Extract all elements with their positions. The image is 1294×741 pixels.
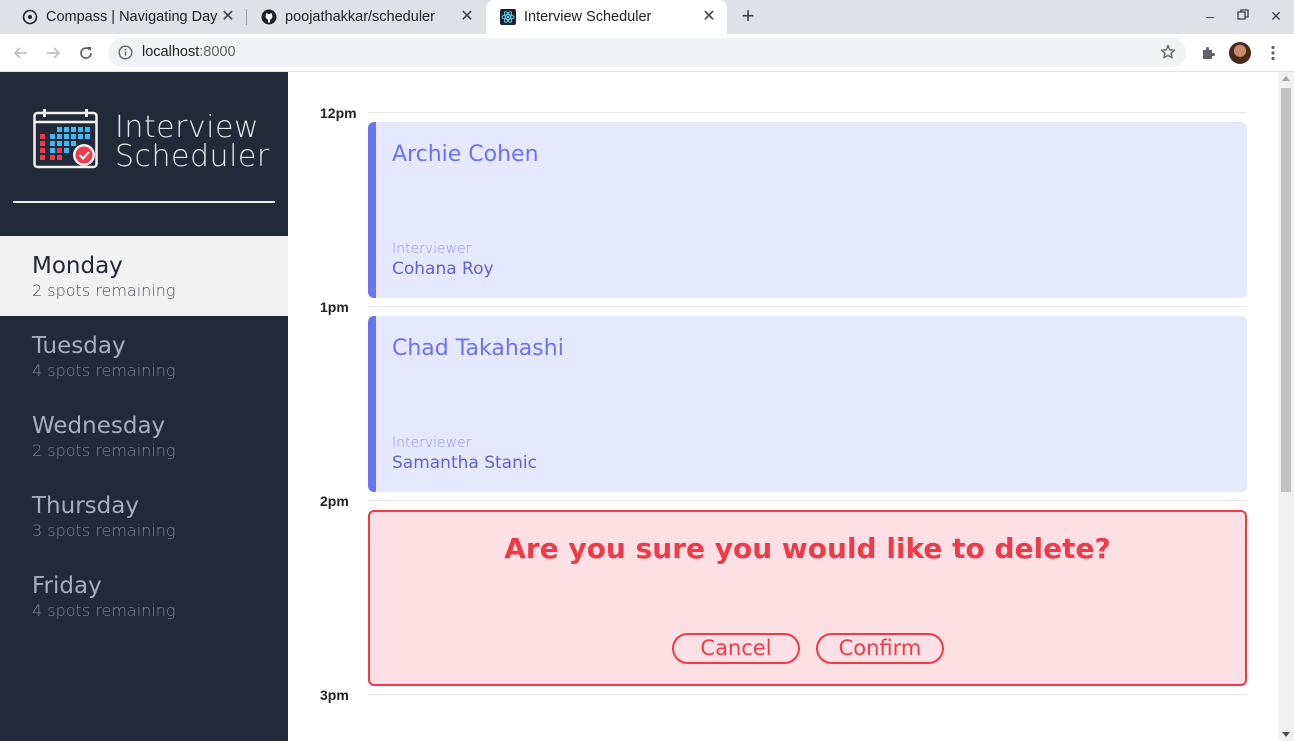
day-item-thursday[interactable]: Thursday 3 spots remaining xyxy=(0,476,288,556)
forward-icon[interactable] xyxy=(42,42,64,64)
calendar-logo-icon xyxy=(33,108,99,175)
day-spots: 3 spots remaining xyxy=(32,521,176,540)
url-port: :8000 xyxy=(199,44,236,60)
day-spots: 2 spots remaining xyxy=(32,441,176,460)
day-name: Monday xyxy=(32,253,123,279)
close-icon[interactable]: ✕ xyxy=(220,9,236,25)
react-icon xyxy=(500,9,516,25)
restore-icon[interactable] xyxy=(1235,8,1251,24)
day-name: Friday xyxy=(32,573,102,599)
tab-interview-scheduler[interactable]: Interview Scheduler ✕ xyxy=(486,0,727,34)
info-icon[interactable] xyxy=(118,45,133,60)
appointment-card[interactable]: Archie Cohen Interviewer Cohana Roy xyxy=(368,122,1247,298)
reload-icon[interactable] xyxy=(75,42,97,64)
browser-tabbar: Compass | Navigating Day ✕ poojathakkar/… xyxy=(0,0,1294,34)
address-bar[interactable]: localhost:8000 xyxy=(108,38,1186,67)
app-title-line2: Scheduler xyxy=(115,138,270,174)
close-icon[interactable]: ✕ xyxy=(459,9,475,25)
delete-confirmation: Are you sure you would like to delete? C… xyxy=(368,510,1247,686)
day-item-friday[interactable]: Friday 4 spots remaining xyxy=(0,556,288,636)
avatar xyxy=(1229,42,1251,64)
tab-title: poojathakkar/scheduler xyxy=(285,9,435,25)
confirm-button[interactable]: Confirm xyxy=(816,633,944,664)
time-label-3pm: 3pm xyxy=(320,687,349,703)
close-icon[interactable]: ✕ xyxy=(701,9,717,25)
bookmark-star-icon[interactable] xyxy=(1160,44,1176,60)
browser-toolbar: localhost:8000 xyxy=(0,34,1294,72)
interviewer-label: Interviewer xyxy=(392,241,472,257)
interviewer-label: Interviewer xyxy=(392,435,472,451)
time-divider xyxy=(368,112,1247,113)
day-spots: 2 spots remaining xyxy=(32,281,176,300)
minimize-icon[interactable]: – xyxy=(1202,8,1218,24)
tab-github[interactable]: poojathakkar/scheduler ✕ xyxy=(247,0,485,34)
day-name: Wednesday xyxy=(32,413,166,439)
url-text: localhost:8000 xyxy=(142,44,236,60)
appointment-card[interactable]: Chad Takahashi Interviewer Samantha Stan… xyxy=(368,316,1247,492)
github-icon xyxy=(261,9,277,25)
url-host: localhost xyxy=(142,44,200,60)
app-title-line1: Interview xyxy=(115,109,259,145)
day-spots: 4 spots remaining xyxy=(32,601,176,620)
time-divider xyxy=(368,306,1247,307)
sidebar-divider xyxy=(13,201,275,203)
confirm-message: Are you sure you would like to delete? xyxy=(504,532,1111,565)
scrollbar-thumb[interactable] xyxy=(1281,88,1291,492)
extensions-icon[interactable] xyxy=(1197,42,1219,64)
time-label-12pm: 12pm xyxy=(320,105,357,121)
close-window-icon[interactable]: ✕ xyxy=(1268,8,1284,24)
interviewer-name: Cohana Roy xyxy=(392,259,494,279)
time-divider xyxy=(368,694,1247,695)
brand: Interview Scheduler xyxy=(33,108,270,175)
compass-icon xyxy=(22,9,38,25)
day-item-monday[interactable]: Monday 2 spots remaining xyxy=(0,236,288,316)
student-name: Chad Takahashi xyxy=(392,336,564,361)
day-item-tuesday[interactable]: Tuesday 4 spots remaining xyxy=(0,316,288,396)
scroll-up-icon[interactable] xyxy=(1282,76,1290,81)
cancel-button[interactable]: Cancel xyxy=(672,633,800,664)
tab-title: Interview Scheduler xyxy=(524,9,652,25)
app-title: Interview Scheduler xyxy=(115,109,270,174)
new-tab-icon[interactable]: + xyxy=(738,5,758,27)
day-name: Tuesday xyxy=(32,333,126,359)
schedule: 12pm Archie Cohen Interviewer Cohana Roy… xyxy=(288,72,1278,741)
scroll-down-icon[interactable] xyxy=(1282,732,1290,737)
time-divider xyxy=(368,500,1247,501)
back-icon[interactable] xyxy=(10,42,32,64)
sidebar: Interview Scheduler Monday 2 spots remai… xyxy=(0,72,288,741)
time-label-2pm: 2pm xyxy=(320,493,349,509)
interviewer-name: Samantha Stanic xyxy=(392,453,537,473)
tab-title: Compass | Navigating Day xyxy=(46,9,218,25)
profile-avatar[interactable] xyxy=(1229,42,1251,64)
page-scrollbar[interactable] xyxy=(1278,72,1294,741)
day-name: Thursday xyxy=(32,493,139,519)
day-list: Monday 2 spots remaining Tuesday 4 spots… xyxy=(0,236,288,636)
day-spots: 4 spots remaining xyxy=(32,361,176,380)
time-label-1pm: 1pm xyxy=(320,299,349,315)
student-name: Archie Cohen xyxy=(392,142,539,167)
menu-kebab-icon[interactable] xyxy=(1262,42,1284,64)
day-item-wednesday[interactable]: Wednesday 2 spots remaining xyxy=(0,396,288,476)
tab-compass[interactable]: Compass | Navigating Day ✕ xyxy=(8,0,246,34)
